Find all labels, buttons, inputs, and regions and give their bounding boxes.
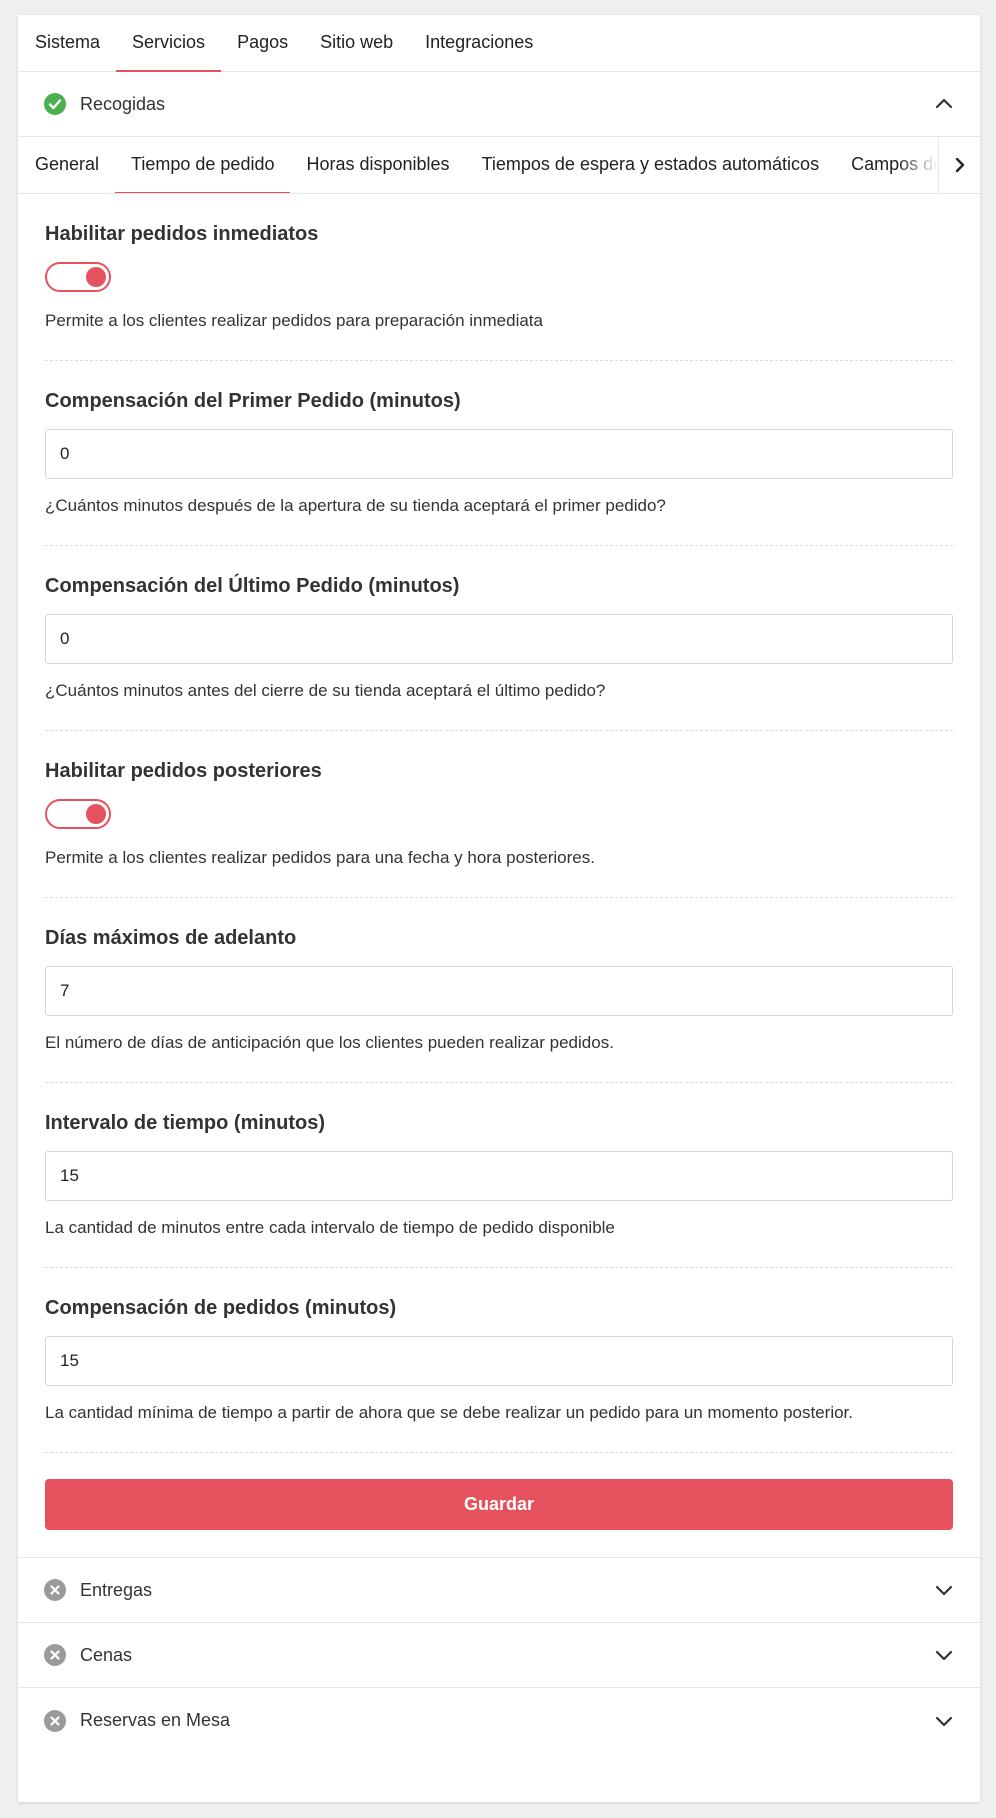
chevron-up-icon[interactable] xyxy=(934,94,954,114)
later-orders-help: Permite a los clientes realizar pedidos … xyxy=(45,848,595,867)
later-orders-label: Habilitar pedidos posteriores xyxy=(45,760,322,782)
time-interval-input[interactable] xyxy=(45,1151,953,1201)
order-offset-input[interactable] xyxy=(45,1336,953,1386)
order-time-form: Habilitar pedidos inmediatos Permite a l… xyxy=(18,194,980,1558)
time-interval-label: Intervalo de tiempo (minutos) xyxy=(45,1112,326,1134)
first-order-offset-help: ¿Cuántos minutos después de la apertura … xyxy=(45,496,666,515)
x-circle-icon xyxy=(44,1579,66,1601)
toggle-knob xyxy=(86,267,106,287)
accordion-title: Reservas en Mesa xyxy=(80,1710,231,1730)
subtabs-fade xyxy=(898,137,938,193)
later-orders-section: Habilitar pedidos posteriores Permite a … xyxy=(45,731,953,898)
immediate-orders-help: Permite a los clientes realizar pedidos … xyxy=(45,311,543,330)
order-offset-section: Compensación de pedidos (minutos) La can… xyxy=(45,1268,953,1453)
immediate-orders-section: Habilitar pedidos inmediatos Permite a l… xyxy=(45,194,953,361)
save-button[interactable]: Guardar xyxy=(45,1479,953,1530)
top-tabs: Sistema Servicios Pagos Sitio web Integr… xyxy=(18,15,980,72)
chevron-down-icon[interactable] xyxy=(934,1580,954,1600)
x-circle-icon xyxy=(44,1709,66,1732)
x-circle-icon xyxy=(44,1644,66,1666)
max-days-label: Días máximos de adelanto xyxy=(45,927,297,949)
tab-sistema[interactable]: Sistema xyxy=(35,15,116,72)
accordion-cenas-header[interactable]: Cenas xyxy=(18,1623,980,1688)
last-order-offset-section: Compensación del Último Pedido (minutos)… xyxy=(45,546,953,731)
immediate-orders-label: Habilitar pedidos inmediatos xyxy=(45,223,319,245)
accordion-entregas-header[interactable]: Entregas xyxy=(18,1558,980,1623)
toggle-knob xyxy=(86,804,106,824)
accordion-recogidas-header[interactable]: Recogidas xyxy=(18,72,980,137)
settings-card: Sistema Servicios Pagos Sitio web Integr… xyxy=(18,15,980,1802)
accordion-reservas-header[interactable]: Reservas en Mesa xyxy=(18,1688,980,1753)
subtab-tiempos-de-espera[interactable]: Tiempos de espera y estados automáticos xyxy=(466,137,836,193)
tab-servicios[interactable]: Servicios xyxy=(116,15,222,72)
later-orders-toggle[interactable] xyxy=(45,799,111,829)
first-order-offset-section: Compensación del Primer Pedido (minutos)… xyxy=(45,361,953,546)
save-area: Guardar xyxy=(18,1453,980,1558)
first-order-offset-label: Compensación del Primer Pedido (minutos) xyxy=(45,390,461,412)
subtabs-scroll-right-button[interactable] xyxy=(938,137,980,193)
order-offset-label: Compensación de pedidos (minutos) xyxy=(45,1297,397,1319)
max-days-help: El número de días de anticipación que lo… xyxy=(45,1033,614,1052)
subtab-tiempo-de-pedido[interactable]: Tiempo de pedido xyxy=(115,137,291,193)
chevron-down-icon[interactable] xyxy=(934,1645,954,1665)
immediate-orders-toggle[interactable] xyxy=(45,262,111,292)
accordion-title: Recogidas xyxy=(80,93,166,114)
last-order-offset-help: ¿Cuántos minutos antes del cierre de su … xyxy=(45,681,606,700)
chevron-right-icon xyxy=(955,157,964,173)
chevron-down-icon[interactable] xyxy=(934,1711,954,1731)
max-days-section: Días máximos de adelanto El número de dí… xyxy=(45,898,953,1083)
check-circle-icon xyxy=(44,93,66,115)
subtab-horas-disponibles[interactable]: Horas disponibles xyxy=(290,137,465,193)
time-interval-help: La cantidad de minutos entre cada interv… xyxy=(45,1218,615,1237)
accordion-title: Entregas xyxy=(80,1579,153,1600)
order-offset-help: La cantidad mínima de tiempo a partir de… xyxy=(45,1403,853,1422)
max-days-input[interactable] xyxy=(45,966,953,1016)
subtab-general[interactable]: General xyxy=(35,137,115,193)
tab-sitio-web[interactable]: Sitio web xyxy=(304,15,409,72)
tab-integraciones[interactable]: Integraciones xyxy=(409,15,549,72)
time-interval-section: Intervalo de tiempo (minutos) La cantida… xyxy=(45,1083,953,1268)
last-order-offset-label: Compensación del Último Pedido (minutos) xyxy=(45,575,460,597)
last-order-offset-input[interactable] xyxy=(45,614,953,664)
first-order-offset-input[interactable] xyxy=(45,429,953,479)
accordion-title: Cenas xyxy=(80,1644,133,1665)
sub-tabs: General Tiempo de pedido Horas disponibl… xyxy=(18,137,980,194)
tab-pagos[interactable]: Pagos xyxy=(221,15,304,72)
